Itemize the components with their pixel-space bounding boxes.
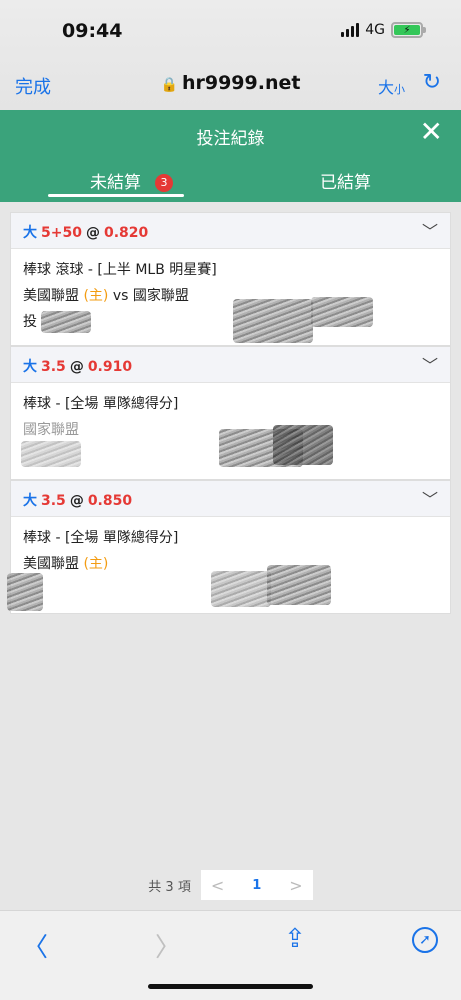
unsettled-count-badge: 3 bbox=[155, 174, 173, 192]
bet-card: 大 5+50 @0.820 ﹀ 棒球 滾球 - [上半 MLB 明星賽] 美國聯盟 … bbox=[10, 212, 451, 346]
compass-icon[interactable]: ➚ bbox=[412, 927, 438, 953]
bet-pick: 大 bbox=[23, 225, 37, 241]
bet-card-header[interactable]: 大 5+50 @0.820 ﹀ bbox=[11, 213, 450, 249]
bet-pick: 大 bbox=[23, 359, 37, 375]
bet-market: 棒球 - [全場 單隊總得分] bbox=[23, 530, 179, 546]
bet-at: @ bbox=[69, 359, 84, 375]
active-tab-indicator bbox=[48, 194, 184, 197]
redaction-scribble bbox=[41, 311, 91, 333]
home-team: 美國聯盟 bbox=[23, 288, 79, 304]
text-size-button[interactable]: 大小 bbox=[378, 74, 405, 98]
url-text: hr9999.net bbox=[181, 72, 301, 94]
redaction-scribble bbox=[273, 425, 333, 465]
home-tag: (主) bbox=[83, 556, 109, 572]
bet-card-header[interactable]: 大 3.5 @0.910 ﹀ bbox=[11, 347, 450, 383]
bet-pick: 大 bbox=[23, 493, 37, 509]
reload-icon[interactable]: ↻ bbox=[423, 70, 441, 95]
status-indicators: 4G ⚡ bbox=[341, 22, 426, 38]
bet-at: @ bbox=[85, 225, 100, 241]
bet-matchup: 美國聯盟 (主) vs 國家聯盟 bbox=[23, 283, 438, 309]
pagination: 共 3 項 < 1 > bbox=[0, 870, 461, 900]
status-time: 09:44 bbox=[62, 20, 123, 42]
redaction-scribble bbox=[211, 571, 271, 607]
bet-team: 美國聯盟 bbox=[23, 556, 79, 572]
lock-icon: 🔒 bbox=[160, 77, 178, 93]
bet-card: 大 3.5 @0.850 ﹀ 棒球 - [全場 單隊總得分] 美國聯盟 (主) bbox=[7, 480, 451, 614]
total-count: 共 3 項 bbox=[148, 879, 191, 895]
bet-market: 棒球 - [全場 單隊總得分] bbox=[23, 396, 179, 412]
bet-line: 3.5 bbox=[41, 493, 66, 509]
page-controls: < 1 > bbox=[200, 870, 313, 900]
text-size-small: 小 bbox=[394, 83, 405, 96]
current-page[interactable]: 1 bbox=[252, 878, 261, 893]
bet-odds: 0.850 bbox=[87, 493, 133, 509]
home-indicator bbox=[148, 984, 313, 989]
signal-icon bbox=[341, 23, 360, 37]
share-icon[interactable]: ⇪ bbox=[284, 924, 306, 954]
redaction-scribble bbox=[233, 299, 313, 343]
away-team: 國家聯盟 bbox=[132, 288, 189, 304]
bet-list: 大 5+50 @0.820 ﹀ 棒球 滾球 - [上半 MLB 明星賽] 美國聯盟 … bbox=[7, 212, 451, 614]
bet-odds: 0.910 bbox=[87, 359, 133, 375]
bet-records-header: 投注紀錄 ✕ 未結算 3 已結算 bbox=[0, 110, 461, 202]
redaction-scribble bbox=[7, 573, 43, 611]
bet-line: 3.5 bbox=[41, 359, 66, 375]
bet-card-body: 棒球 滾球 - [上半 MLB 明星賽] 美國聯盟 (主) vs 國家聯盟 投 bbox=[11, 249, 450, 345]
back-icon[interactable]: 〈 bbox=[22, 927, 48, 964]
browser-chrome: 09:44 4G ⚡ 完成 🔒 hr9999.net 大小 ↻ bbox=[0, 0, 461, 110]
bet-market: 棒球 滾球 - [上半 MLB 明星賽] bbox=[23, 262, 217, 278]
bet-line: 5+50 bbox=[41, 225, 82, 241]
forward-icon[interactable]: 〉 bbox=[155, 927, 181, 964]
redaction-scribble bbox=[267, 565, 331, 605]
chevron-down-icon[interactable]: ﹀ bbox=[422, 352, 438, 376]
bet-at: @ bbox=[69, 493, 84, 509]
redaction-scribble bbox=[21, 441, 81, 467]
chevron-down-icon[interactable]: ﹀ bbox=[422, 486, 438, 510]
chevron-down-icon[interactable]: ﹀ bbox=[422, 218, 438, 242]
text-size-big: 大 bbox=[377, 78, 394, 97]
redaction-scribble bbox=[311, 297, 373, 327]
home-tag: (主) bbox=[83, 288, 109, 304]
page-title: 投注紀錄 bbox=[196, 129, 265, 149]
tab-unsettled-label: 未結算 bbox=[90, 173, 141, 193]
next-page-button[interactable]: > bbox=[289, 876, 302, 895]
tab-settled[interactable]: 已結算 bbox=[320, 168, 371, 193]
close-icon[interactable]: ✕ bbox=[420, 118, 443, 146]
vs-label: vs bbox=[112, 288, 129, 304]
battery-icon: ⚡ bbox=[391, 22, 426, 38]
bet-odds: 0.820 bbox=[103, 225, 149, 241]
bet-card-body: 棒球 - [全場 單隊總得分] 美國聯盟 (主) bbox=[7, 517, 450, 613]
bet-card-header[interactable]: 大 3.5 @0.850 ﹀ bbox=[11, 481, 450, 517]
prev-page-button[interactable]: < bbox=[211, 876, 224, 895]
network-type: 4G bbox=[365, 22, 385, 38]
bet-card-body: 棒球 - [全場 單隊總得分] 國家聯盟 bbox=[11, 383, 450, 479]
tab-unsettled[interactable]: 未結算 3 bbox=[90, 168, 173, 193]
bet-card: 大 3.5 @0.910 ﹀ 棒球 - [全場 單隊總得分] 國家聯盟 bbox=[10, 346, 451, 480]
